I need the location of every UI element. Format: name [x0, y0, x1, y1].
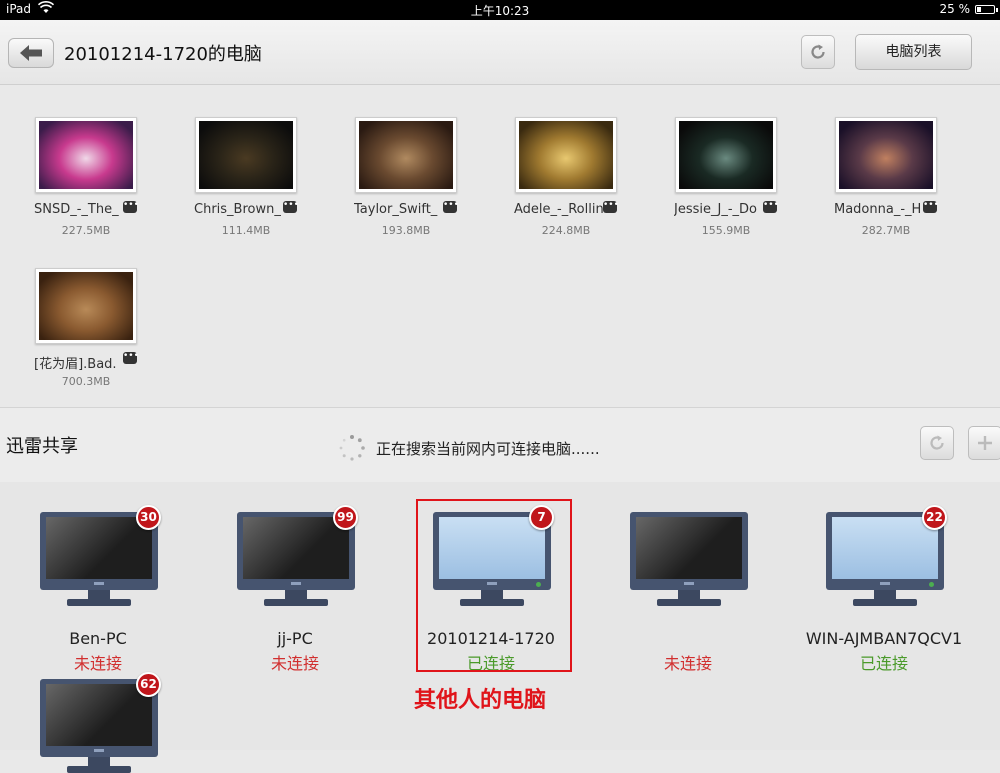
monitor-icon [630, 512, 748, 590]
connection-status: 未连接 [270, 654, 319, 673]
page-title: 20101214-1720的电脑 [64, 44, 262, 65]
video-thumbnail [35, 117, 137, 193]
battery-icon [975, 5, 998, 14]
video-thumbnail [355, 117, 457, 193]
computer-name: Ben-PC [69, 629, 127, 648]
video-thumbnail [515, 117, 617, 193]
refresh-button[interactable] [801, 35, 835, 69]
video-thumbnail [835, 117, 937, 193]
loading-spinner-icon [338, 434, 366, 466]
more-icon[interactable]: ••• [443, 201, 459, 213]
share-section: 迅雷共享 正在搜索当前网内可连接电脑...... [0, 407, 1000, 483]
more-icon[interactable]: ••• [763, 201, 779, 213]
more-icon[interactable]: ••• [923, 201, 939, 213]
video-thumbnail [675, 117, 777, 193]
arrow-left-icon [20, 45, 42, 61]
more-icon[interactable]: ••• [603, 201, 619, 213]
share-refresh-button[interactable] [920, 426, 954, 460]
file-grid: SNSD_-_The_ ••• 227.5MB Chris_Brown_ ••• 111.… [0, 85, 1000, 405]
file-size: 282.7MB [861, 224, 911, 237]
share-count-badge: 22 [922, 505, 947, 530]
annotation-label: 其他人的电脑 [414, 688, 547, 713]
file-size: 155.9MB [701, 224, 751, 237]
plus-icon [978, 436, 992, 450]
status-bar: iPad 上午10:23 25 % [0, 0, 1000, 20]
share-count-badge: 99 [333, 505, 358, 530]
video-thumbnail [35, 268, 137, 344]
back-button[interactable] [8, 38, 54, 68]
computer-name: jj-PC [277, 629, 313, 648]
file-size: 111.4MB [221, 224, 271, 237]
file-size: 700.3MB [61, 375, 111, 388]
file-size: 193.8MB [381, 224, 431, 237]
more-icon[interactable]: ••• [283, 201, 299, 213]
more-icon[interactable]: ••• [123, 201, 139, 213]
file-size: 227.5MB [61, 224, 111, 237]
share-count-badge: 62 [136, 672, 161, 697]
connection-status: 未连接 [73, 654, 122, 673]
computer-name: WIN-AJMBAN7QCV1 [805, 629, 963, 648]
more-icon[interactable]: ••• [123, 352, 139, 364]
annotation-highlight-box [416, 499, 572, 672]
refresh-icon [930, 435, 944, 450]
battery-percent: 25 % [939, 2, 971, 16]
refresh-icon [811, 44, 825, 59]
connection-status: 未连接 [663, 654, 712, 673]
share-count-badge: 30 [136, 505, 161, 530]
computer-list-button[interactable]: 电脑列表 [855, 34, 972, 70]
share-title: 迅雷共享 [6, 436, 78, 457]
video-thumbnail [195, 117, 297, 193]
clock: 上午10:23 [470, 4, 530, 18]
add-computer-button[interactable] [968, 426, 1000, 460]
file-size: 224.8MB [541, 224, 591, 237]
search-status-text: 正在搜索当前网内可连接电脑...... [376, 440, 600, 458]
connection-status: 已连接 [859, 654, 908, 673]
header-bar: 20101214-1720的电脑 电脑列表 [0, 20, 1000, 85]
